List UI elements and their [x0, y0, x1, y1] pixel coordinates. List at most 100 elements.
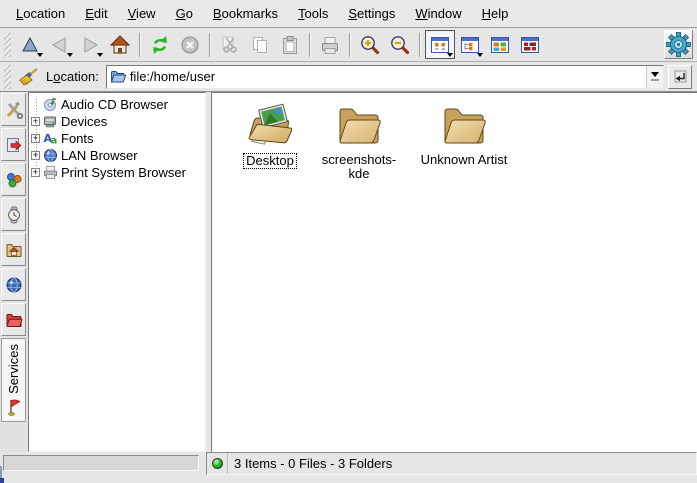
chevron-down-icon [447, 53, 453, 57]
tree-item-label: Devices [61, 114, 107, 129]
tree-guide-line [36, 99, 37, 169]
print-button[interactable] [315, 30, 345, 59]
toolbar-separator [309, 33, 311, 57]
services-flag-icon [6, 398, 22, 416]
chevron-down-icon [97, 53, 103, 57]
multicolumn-view-button[interactable] [485, 30, 515, 59]
sidebar-tabstrip: Services [0, 92, 28, 452]
folder-icon [440, 101, 488, 149]
reload-button[interactable] [145, 30, 175, 59]
konqueror-gear-icon [666, 32, 691, 57]
home-button[interactable] [105, 30, 135, 59]
svg-text:a: a [51, 136, 58, 147]
cut-icon [219, 34, 241, 56]
tree-item-label: Print System Browser [61, 165, 186, 180]
expand-plus-icon[interactable] [31, 168, 40, 177]
enter-arrow-icon [672, 69, 688, 85]
copy-icon [249, 34, 271, 56]
paste-button[interactable] [275, 30, 305, 59]
tree-item-audio-cd-browser[interactable]: Audio CD Browser [29, 96, 205, 113]
tree-item-devices[interactable]: Devices [29, 113, 205, 130]
location-dropdown-arrow[interactable] [646, 66, 663, 88]
zoom-out-button[interactable] [385, 30, 415, 59]
fonts-icon: A a [43, 131, 58, 146]
menu-help[interactable]: Help [472, 2, 519, 25]
open-folder-icon [110, 69, 126, 85]
print-icon [319, 34, 341, 56]
menu-location[interactable]: Location [6, 2, 75, 25]
throbber-box[interactable] [664, 30, 693, 59]
sidebar-tab-root-folder[interactable] [1, 303, 26, 336]
toolbar-drag-handle[interactable] [4, 33, 11, 57]
file-icon-view[interactable]: Desktop screenshots-kde [211, 92, 697, 452]
back-button[interactable] [45, 30, 75, 59]
sidebar-tab-services-label: Services [6, 344, 21, 394]
printer-icon [43, 165, 58, 180]
devices-icon [43, 114, 58, 129]
sidebar-tab-services[interactable]: Services [1, 338, 26, 422]
zoom-out-icon [389, 34, 411, 56]
tree-item-lan-browser[interactable]: LAN Browser [29, 147, 205, 164]
location-combobox [106, 65, 664, 89]
sidebar-tab-configure[interactable] [1, 93, 26, 126]
chevron-down-icon [477, 53, 483, 57]
sidebar-tab-history[interactable] [1, 198, 26, 231]
colored-balls-icon [5, 171, 23, 189]
sidebar-tab-bookmarks[interactable] [1, 128, 26, 161]
tree-item-label: LAN Browser [61, 148, 138, 163]
toolbar-separator [139, 33, 141, 57]
chevron-down-icon [37, 53, 43, 57]
sidebar-tab-home-folder[interactable] [1, 233, 26, 266]
progress-bar [3, 455, 199, 471]
menu-edit[interactable]: Edit [75, 2, 117, 25]
lan-globe-icon [43, 148, 58, 163]
menu-bookmarks[interactable]: Bookmarks [203, 2, 288, 25]
menu-settings[interactable]: Settings [338, 2, 405, 25]
tree-item-print-system-browser[interactable]: Print System Browser [29, 164, 205, 181]
home-folder-icon [5, 241, 23, 259]
file-item-screenshots-kde[interactable]: screenshots-kde [316, 101, 402, 181]
red-folder-icon [5, 311, 23, 329]
toolbar-separator [209, 33, 211, 57]
konqueror-window: Location Edit View Go Bookmarks Tools Se… [0, 0, 697, 483]
reload-icon [149, 34, 171, 56]
menu-view[interactable]: View [118, 2, 166, 25]
status-row: 3 Items - 0 Files - 3 Folders [0, 452, 697, 475]
location-input[interactable] [130, 67, 646, 87]
statusbar: 3 Items - 0 Files - 3 Folders [206, 452, 697, 475]
cut-button[interactable] [215, 30, 245, 59]
toolbar-drag-handle[interactable] [4, 65, 11, 89]
status-text: 3 Items - 0 Files - 3 Folders [228, 456, 392, 471]
forward-button[interactable] [75, 30, 105, 59]
zoom-in-button[interactable] [355, 30, 385, 59]
clear-location-button[interactable] [15, 64, 43, 90]
detail-view-button[interactable] [515, 30, 545, 59]
green-led-icon [212, 458, 223, 469]
file-item-label: Unknown Artist [419, 153, 510, 167]
tree-item-fonts[interactable]: A a Fonts [29, 130, 205, 147]
sidebar-tab-network[interactable] [1, 268, 26, 301]
home-icon [109, 34, 131, 56]
window-corner-accent [0, 478, 4, 483]
file-item-desktop[interactable]: Desktop [228, 101, 312, 169]
location-label: Location: [46, 69, 99, 84]
multicolumn-view-icon [489, 34, 511, 56]
menu-tools[interactable]: Tools [288, 2, 338, 25]
zoom-in-icon [359, 34, 381, 56]
icon-view-button[interactable] [425, 30, 455, 59]
copy-button[interactable] [245, 30, 275, 59]
up-button[interactable] [15, 30, 45, 59]
tree-view-button[interactable] [455, 30, 485, 59]
menu-go[interactable]: Go [166, 2, 203, 25]
chevron-down-icon [67, 53, 73, 57]
stop-button[interactable] [175, 30, 205, 59]
sidebar-tab-applications[interactable] [1, 163, 26, 196]
menu-window[interactable]: Window [405, 2, 471, 25]
file-item-unknown-artist[interactable]: Unknown Artist [410, 101, 518, 167]
desktop-folder-icon [246, 101, 294, 149]
file-item-label: Desktop [243, 153, 297, 169]
location-toolbar: Location: [0, 62, 697, 92]
history-clock-icon [5, 206, 23, 224]
go-button[interactable] [668, 65, 692, 89]
bookmark-page-icon [5, 136, 23, 154]
